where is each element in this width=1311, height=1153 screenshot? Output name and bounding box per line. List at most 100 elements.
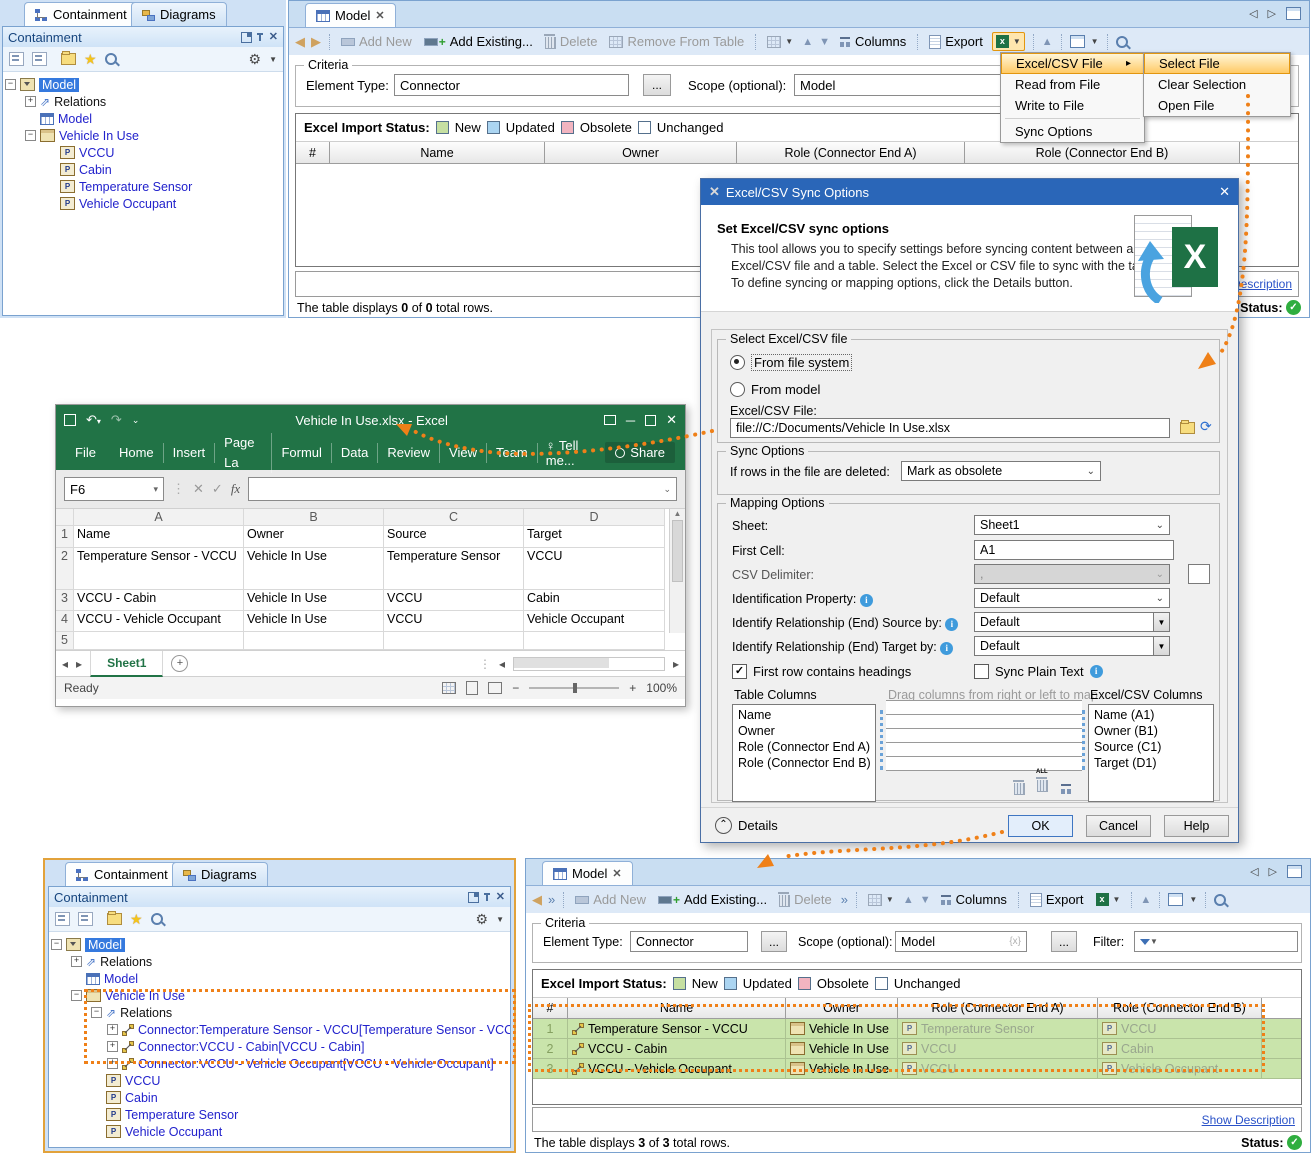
show-description-link[interactable]: Show Description [1202,1113,1295,1127]
new-sheet-icon[interactable]: + [171,655,188,672]
next-tab-icon[interactable]: ▷ [1269,865,1277,878]
tree-item-vehicle-in-use[interactable]: −Vehicle In Use [5,127,281,144]
element-type-field[interactable]: Connector [394,74,629,96]
row-header-3[interactable]: 3 [56,590,74,611]
cell-c2[interactable]: Temperature Sensor [384,548,524,590]
next-tab-icon[interactable]: ▷ [1268,7,1276,20]
cell-d3[interactable]: Cabin [524,590,665,611]
radio-from-model[interactable]: From model [730,382,820,397]
create-relation-button[interactable]: ▼ [865,892,897,908]
export-button[interactable]: Export [926,32,986,51]
header-name[interactable]: Name [568,998,786,1018]
sync-plain-text-checkbox[interactable]: Sync Plain Text i [974,664,1103,679]
source-by-combo[interactable]: Default [974,612,1154,632]
hscroll-right-icon[interactable]: ▸ [673,657,679,671]
file-path-field[interactable]: file://C:/Documents/Vehicle In Use.xlsx [730,418,1170,438]
sheet-next-icon[interactable]: ▸ [76,657,82,671]
cell-d2[interactable]: VCCU [524,548,665,590]
row-header-1[interactable]: 1 [56,526,74,548]
cell-d5[interactable] [524,632,665,650]
select-all-corner[interactable] [56,509,74,526]
menu-item-write-to-file[interactable]: Write to File [1001,95,1144,116]
view-menu-arrow-icon[interactable]: ▼ [1189,895,1197,904]
add-existing-button[interactable]: +Add Existing... [421,32,536,51]
delete-button[interactable]: Delete [776,890,835,909]
tab-containment[interactable]: Containment [24,2,138,26]
column-header-a[interactable]: A [74,509,244,526]
view-menu-icon[interactable] [1070,35,1085,48]
export-button[interactable]: Export [1027,890,1087,909]
row-header-2[interactable]: 2 [56,548,74,590]
cell-a2[interactable]: Temperature Sensor - VCCU [74,548,244,590]
cell-a4[interactable]: VCCU - Vehicle Occupant [74,611,244,632]
tree-item-connector-3[interactable]: +Connector:VCCU - Vehicle Occupant[VCCU … [51,1055,508,1072]
columns-button[interactable]: Columns [836,32,909,51]
filter-field[interactable]: ▼ [1134,931,1298,952]
list-item[interactable]: Source (C1) [1089,739,1213,755]
scope-field[interactable]: Model{x} [895,931,1027,952]
help-button[interactable]: Help [1164,815,1229,837]
add-new-button[interactable]: Add New [338,32,415,51]
ribbon-tab-view[interactable]: View [440,443,487,463]
cell-a5[interactable] [74,632,244,650]
cell-b1[interactable]: Owner [244,526,384,548]
tab-list-icon[interactable] [1286,7,1301,20]
zoom-in-icon[interactable]: + [629,681,636,695]
element-type-browse-button[interactable]: ... [761,931,787,952]
tree-item-model-table[interactable]: +Model [5,110,281,127]
cell-a1[interactable]: Name [74,526,244,548]
header-role-b[interactable]: Role (Connector End B) [965,142,1240,163]
cell-b3[interactable]: Vehicle In Use [244,590,384,611]
list-item[interactable]: Owner (B1) [1089,723,1213,739]
tree-item-model-table[interactable]: +Model [51,970,508,987]
tab-close-icon[interactable]: ✕ [375,11,384,21]
tree-item-vehicle-occupant[interactable]: +PVehicle Occupant [51,1123,508,1140]
cell-c5[interactable] [384,632,524,650]
tree-item-connector-1[interactable]: +Connector:Temperature Sensor - VCCU[Tem… [51,1021,508,1038]
name-box[interactable]: F6▾ [64,477,164,501]
csv-delimiter-custom-field[interactable] [1188,564,1210,584]
settings-gear-icon[interactable]: ⚙ [476,913,489,926]
add-existing-button[interactable]: +Add Existing... [655,890,770,909]
menu-item-open-file[interactable]: Open File [1144,95,1290,116]
normal-view-icon[interactable] [442,682,456,694]
cell-d1[interactable]: Target [524,526,665,548]
auto-map-icon[interactable] [1060,783,1072,795]
tree-item-model-root[interactable]: −Model [51,936,508,953]
excel-sync-button[interactable]: x▼ [992,32,1025,51]
cell-b5[interactable] [244,632,384,650]
table-row[interactable]: 3 VCCU - Vehicle Occupant Vehicle In Use… [533,1059,1301,1079]
toolbar-overflow-icon[interactable]: » [841,892,848,907]
excel-sync-button[interactable]: x▼ [1093,891,1124,908]
ribbon-options-icon[interactable] [604,415,616,425]
first-cell-field[interactable]: A1 [974,540,1174,560]
view-menu-arrow-icon[interactable]: ▼ [1091,37,1099,46]
ribbon-tab-file[interactable]: File [66,443,110,463]
tab-diagrams[interactable]: Diagrams [172,862,268,886]
share-button[interactable]: Share [605,442,675,463]
ribbon-tab-formulas[interactable]: Formul [272,443,331,463]
cancel-entry-icon[interactable]: ✕ [193,481,204,497]
tab-close-icon[interactable]: ✕ [612,869,621,879]
first-row-headings-checkbox[interactable]: ✓ First row contains headings [732,664,911,679]
zoom-level[interactable]: 100% [646,681,677,695]
menu-item-clear-selection[interactable]: Clear Selection [1144,74,1290,95]
tab-model[interactable]: Model ✕ [305,3,396,27]
cell-a3[interactable]: VCCU - Cabin [74,590,244,611]
collapse-all-icon[interactable] [55,912,70,926]
horizontal-scrollbar[interactable] [513,657,665,671]
vertical-scrollbar[interactable]: ▲ [669,509,685,633]
page-break-view-icon[interactable] [488,682,502,694]
gear-dropdown-icon[interactable]: ▼ [496,915,504,924]
open-folder-icon[interactable] [107,913,122,925]
mapping-slots[interactable] [886,700,1082,771]
search-icon[interactable] [105,53,117,65]
collapse-selected-icon[interactable] [78,912,93,926]
tell-me-box[interactable]: ♀ Tell me... [538,438,606,468]
cell-c4[interactable]: VCCU [384,611,524,632]
list-item[interactable]: Role (Connector End B) [733,755,875,771]
header-role-b[interactable]: Role (Connector End B) [1098,998,1262,1018]
ribbon-tab-page-layout[interactable]: Page La [215,433,272,473]
tree-item-vehicle-occupant[interactable]: +PVehicle Occupant [5,195,281,212]
table-columns-list[interactable]: Name Owner Role (Connector End A) Role (… [732,704,876,802]
